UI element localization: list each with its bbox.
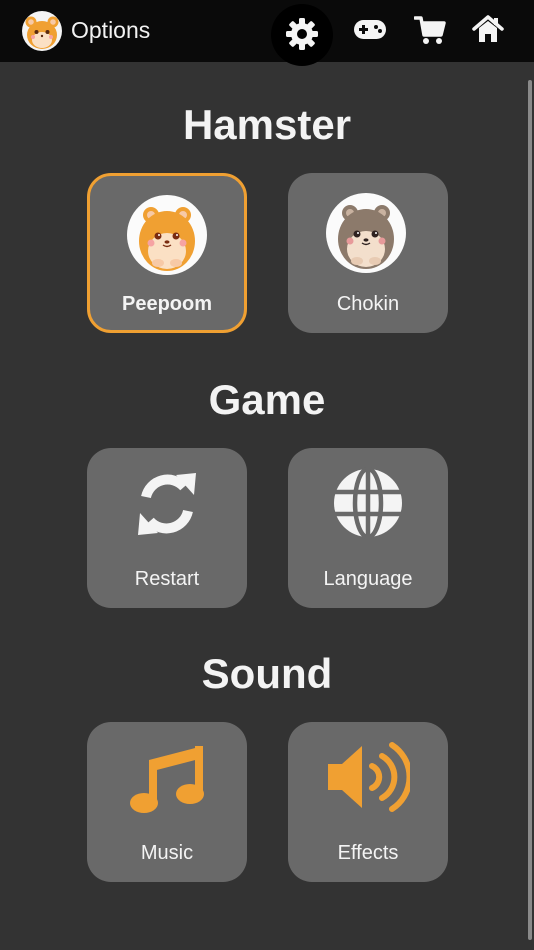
speaker-icon [326, 740, 410, 814]
effects-button[interactable]: Effects [288, 722, 448, 882]
gear-icon [285, 17, 319, 51]
hamster-option-chokin[interactable]: Chokin [288, 173, 448, 333]
home-icon[interactable] [472, 14, 504, 44]
restart-icon [130, 467, 204, 541]
hamster-option-label: Peepoom [121, 293, 213, 315]
music-button[interactable]: Music [87, 722, 247, 882]
restart-label: Restart [134, 568, 200, 590]
hamster-option-peepoom[interactable]: Peepoom [87, 173, 247, 333]
nav-settings-button[interactable] [271, 4, 333, 66]
scrollbar[interactable] [528, 80, 532, 940]
peepoom-hamster-icon [127, 195, 207, 275]
options-screen: Options Hamster Peepoom Chokin Game Rest… [0, 0, 534, 950]
restart-button[interactable]: Restart [87, 448, 247, 608]
top-bar: Options [0, 0, 534, 66]
language-button[interactable]: Language [288, 448, 448, 608]
hamster-avatar-icon [22, 11, 62, 51]
effects-label: Effects [337, 842, 399, 864]
section-title-hamster: Hamster [182, 101, 352, 148]
section-title-sound: Sound [201, 650, 333, 697]
chokin-hamster-icon [326, 193, 406, 273]
cart-icon[interactable] [414, 15, 446, 45]
music-note-icon [129, 740, 205, 814]
music-label: Music [140, 842, 194, 864]
hamster-option-label: Chokin [336, 293, 400, 315]
globe-icon [332, 467, 404, 539]
language-label: Language [323, 568, 413, 590]
gamepad-icon[interactable] [353, 18, 387, 42]
page-title: Options [71, 17, 151, 43]
section-title-game: Game [208, 376, 326, 423]
